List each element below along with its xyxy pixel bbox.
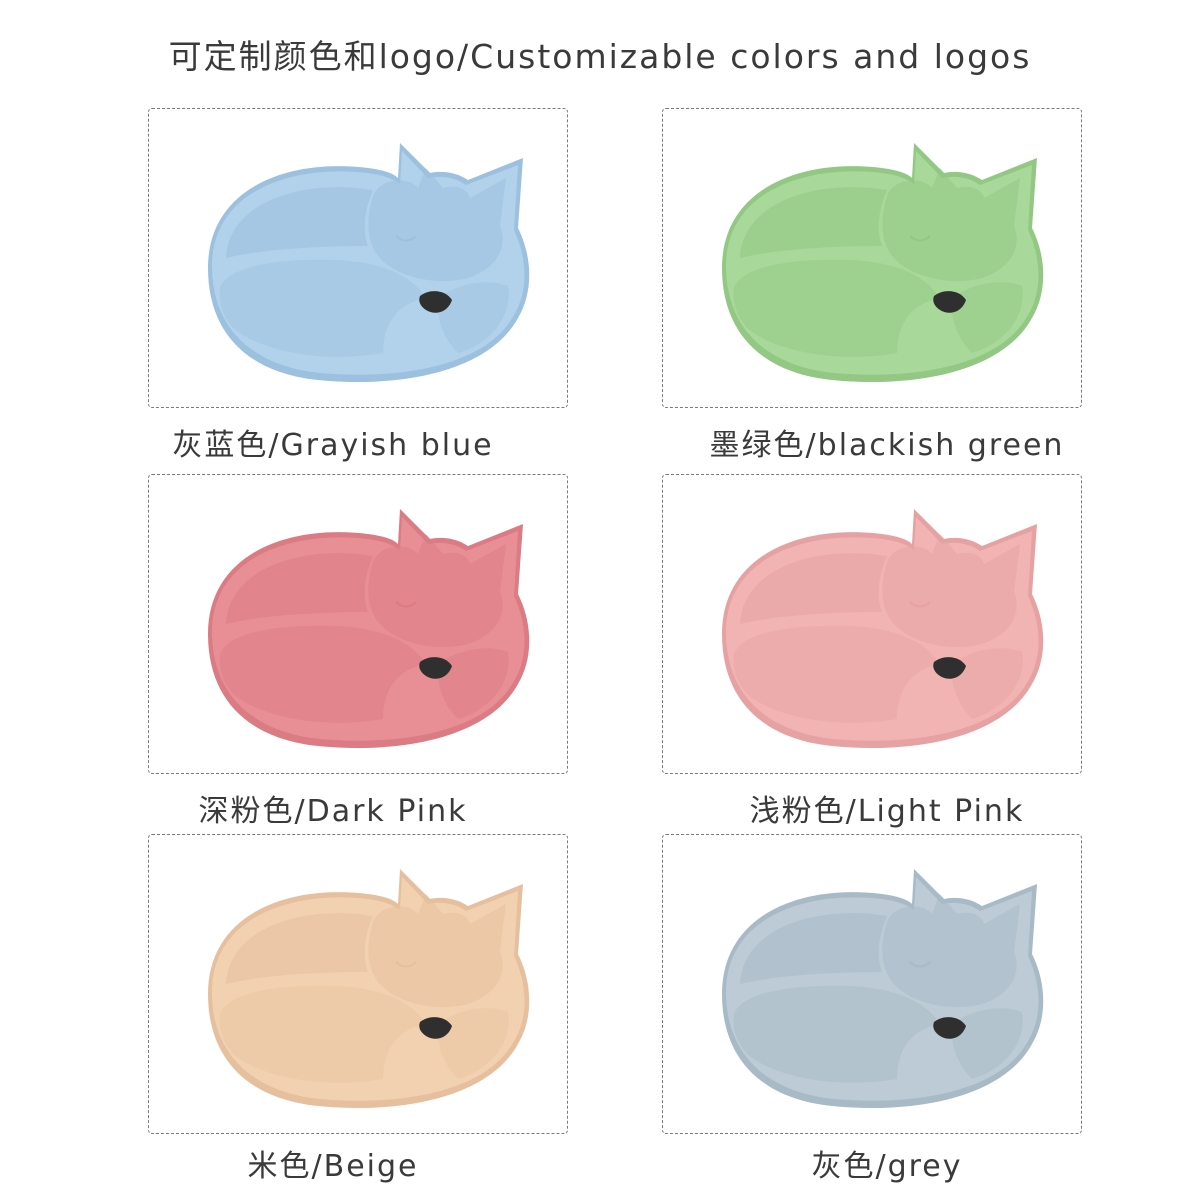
caption-blackish-green: 墨绿色/blackish green bbox=[709, 428, 1065, 463]
product-card-dark-pink bbox=[148, 474, 568, 774]
caption-dark-pink: 深粉色/Dark Pink bbox=[198, 794, 468, 829]
caption-grey: 灰色/grey bbox=[811, 1149, 963, 1184]
product-card-grey bbox=[662, 834, 1082, 1134]
fox-plate-icon bbox=[208, 143, 530, 383]
fox-plate-icon bbox=[722, 869, 1044, 1109]
product-card-beige bbox=[148, 834, 568, 1134]
fox-plate-icon bbox=[208, 869, 530, 1109]
product-card-blackish-green bbox=[662, 108, 1082, 408]
fox-plate-icon bbox=[722, 509, 1044, 749]
product-card-light-pink bbox=[662, 474, 1082, 774]
product-card-grayish-blue bbox=[148, 108, 568, 408]
caption-beige: 米色/Beige bbox=[247, 1149, 419, 1184]
fox-plate-icon bbox=[208, 509, 530, 749]
fox-plate-icon bbox=[722, 143, 1044, 383]
caption-grayish-blue: 灰蓝色/Grayish blue bbox=[172, 428, 494, 463]
page-title: 可定制颜色和logo/Customizable colors and logos bbox=[168, 37, 1032, 76]
caption-light-pink: 浅粉色/Light Pink bbox=[749, 794, 1025, 829]
